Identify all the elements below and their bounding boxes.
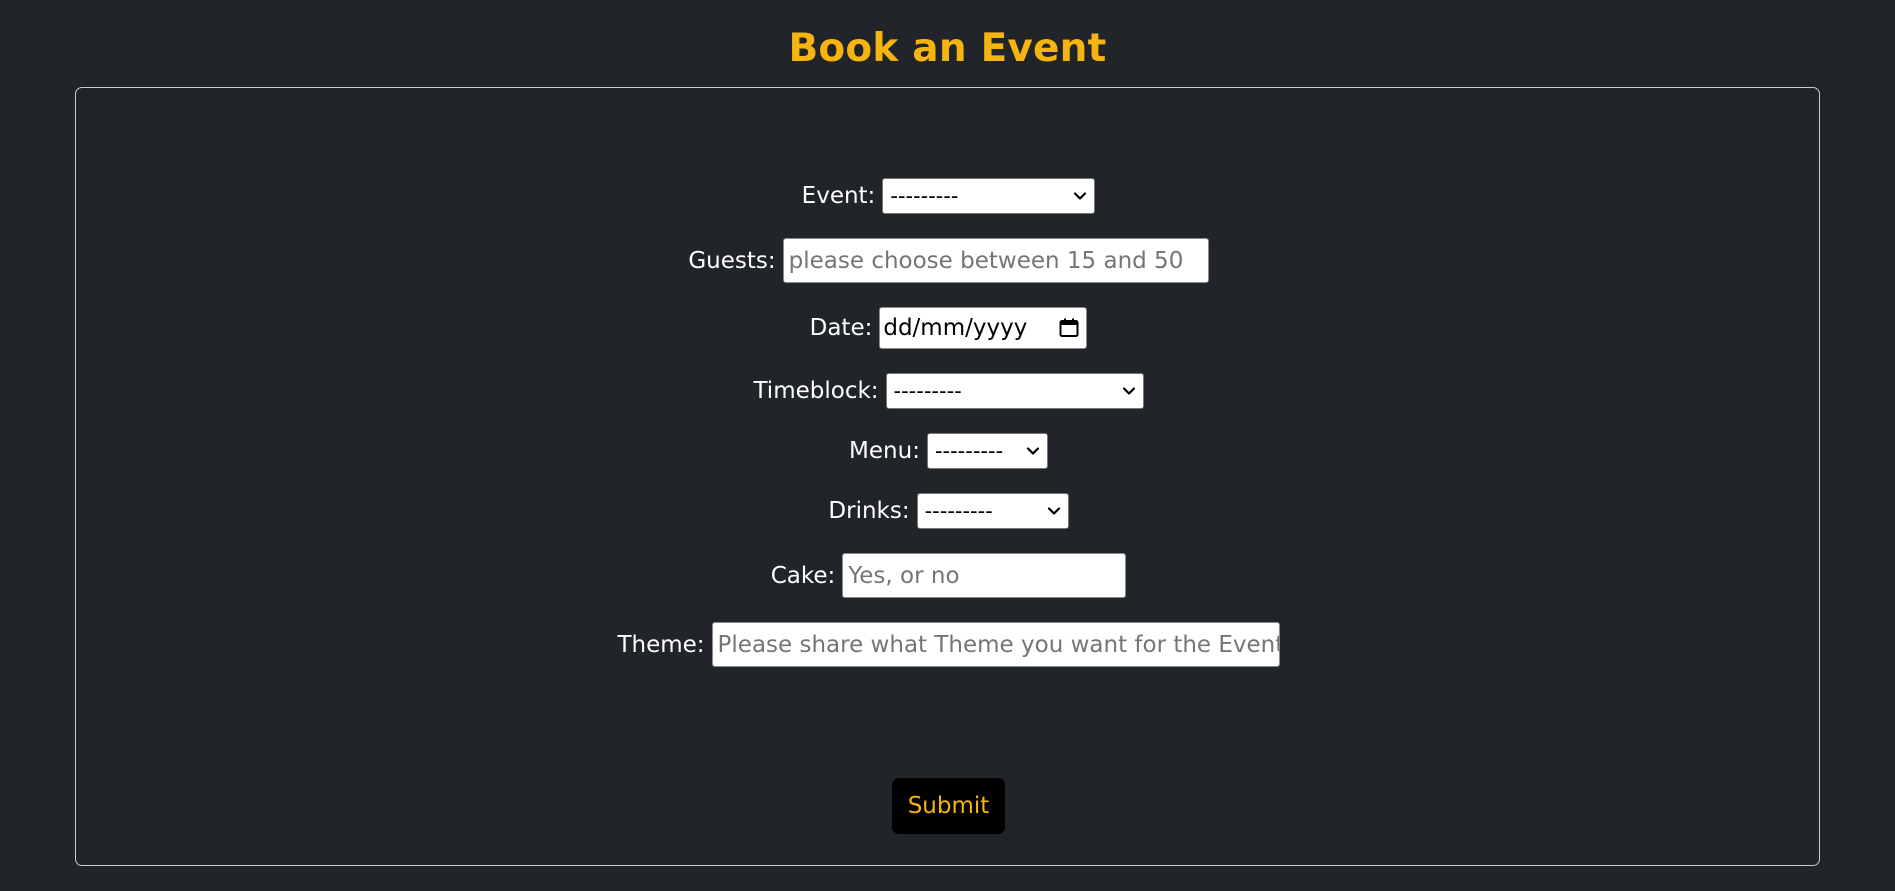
theme-placeholder: Please share what Theme you want for the… — [717, 631, 1280, 658]
date-label: Date: — [809, 315, 873, 341]
drinks-row: Drinks: --------- — [76, 493, 1821, 529]
timeblock-row: Timeblock: --------- — [76, 373, 1821, 409]
drinks-label: Drinks: — [828, 498, 910, 524]
theme-input[interactable]: Please share what Theme you want for the… — [711, 622, 1280, 667]
guests-placeholder: please choose between 15 and 50 — [788, 247, 1184, 274]
guests-label: Guests: — [688, 247, 776, 274]
calendar-icon[interactable] — [1058, 317, 1080, 339]
cake-label: Cake: — [770, 562, 836, 589]
menu-label: Menu: — [849, 438, 920, 464]
timeblock-label: Timeblock: — [753, 378, 879, 404]
chevron-down-icon — [1122, 387, 1135, 395]
cake-placeholder: Yes, or no — [848, 562, 960, 589]
timeblock-select-value: --------- — [893, 379, 962, 403]
menu-select-value: --------- — [934, 439, 1004, 463]
cake-row: Cake: Yes, or no — [76, 553, 1821, 598]
submit-button[interactable]: Submit — [892, 778, 1005, 834]
event-select-value: --------- — [890, 184, 959, 208]
drinks-select-value: --------- — [924, 499, 993, 523]
booking-form: Event: --------- Guests: please choose b… — [75, 87, 1820, 866]
date-input-value: dd/mm/yyyy — [883, 315, 1028, 341]
cake-input[interactable]: Yes, or no — [842, 553, 1127, 598]
chevron-down-icon — [1047, 507, 1060, 515]
chevron-down-icon — [1026, 447, 1040, 455]
guests-row: Guests: please choose between 15 and 50 — [76, 238, 1821, 283]
event-label: Event: — [801, 183, 876, 209]
page-title: Book an Event — [788, 26, 1107, 71]
chevron-down-icon — [1074, 192, 1087, 200]
event-select[interactable]: --------- — [882, 178, 1096, 214]
event-row: Event: --------- — [76, 178, 1821, 214]
date-row: Date: dd/mm/yyyy — [76, 307, 1821, 349]
date-input[interactable]: dd/mm/yyyy — [879, 307, 1088, 349]
menu-row: Menu: --------- — [76, 433, 1821, 469]
guests-input[interactable]: please choose between 15 and 50 — [782, 238, 1209, 283]
menu-select[interactable]: --------- — [926, 433, 1048, 469]
drinks-select[interactable]: --------- — [916, 493, 1069, 529]
theme-row: Theme: Please share what Theme you want … — [76, 622, 1821, 667]
timeblock-select[interactable]: --------- — [885, 373, 1144, 409]
theme-label: Theme: — [617, 631, 705, 658]
